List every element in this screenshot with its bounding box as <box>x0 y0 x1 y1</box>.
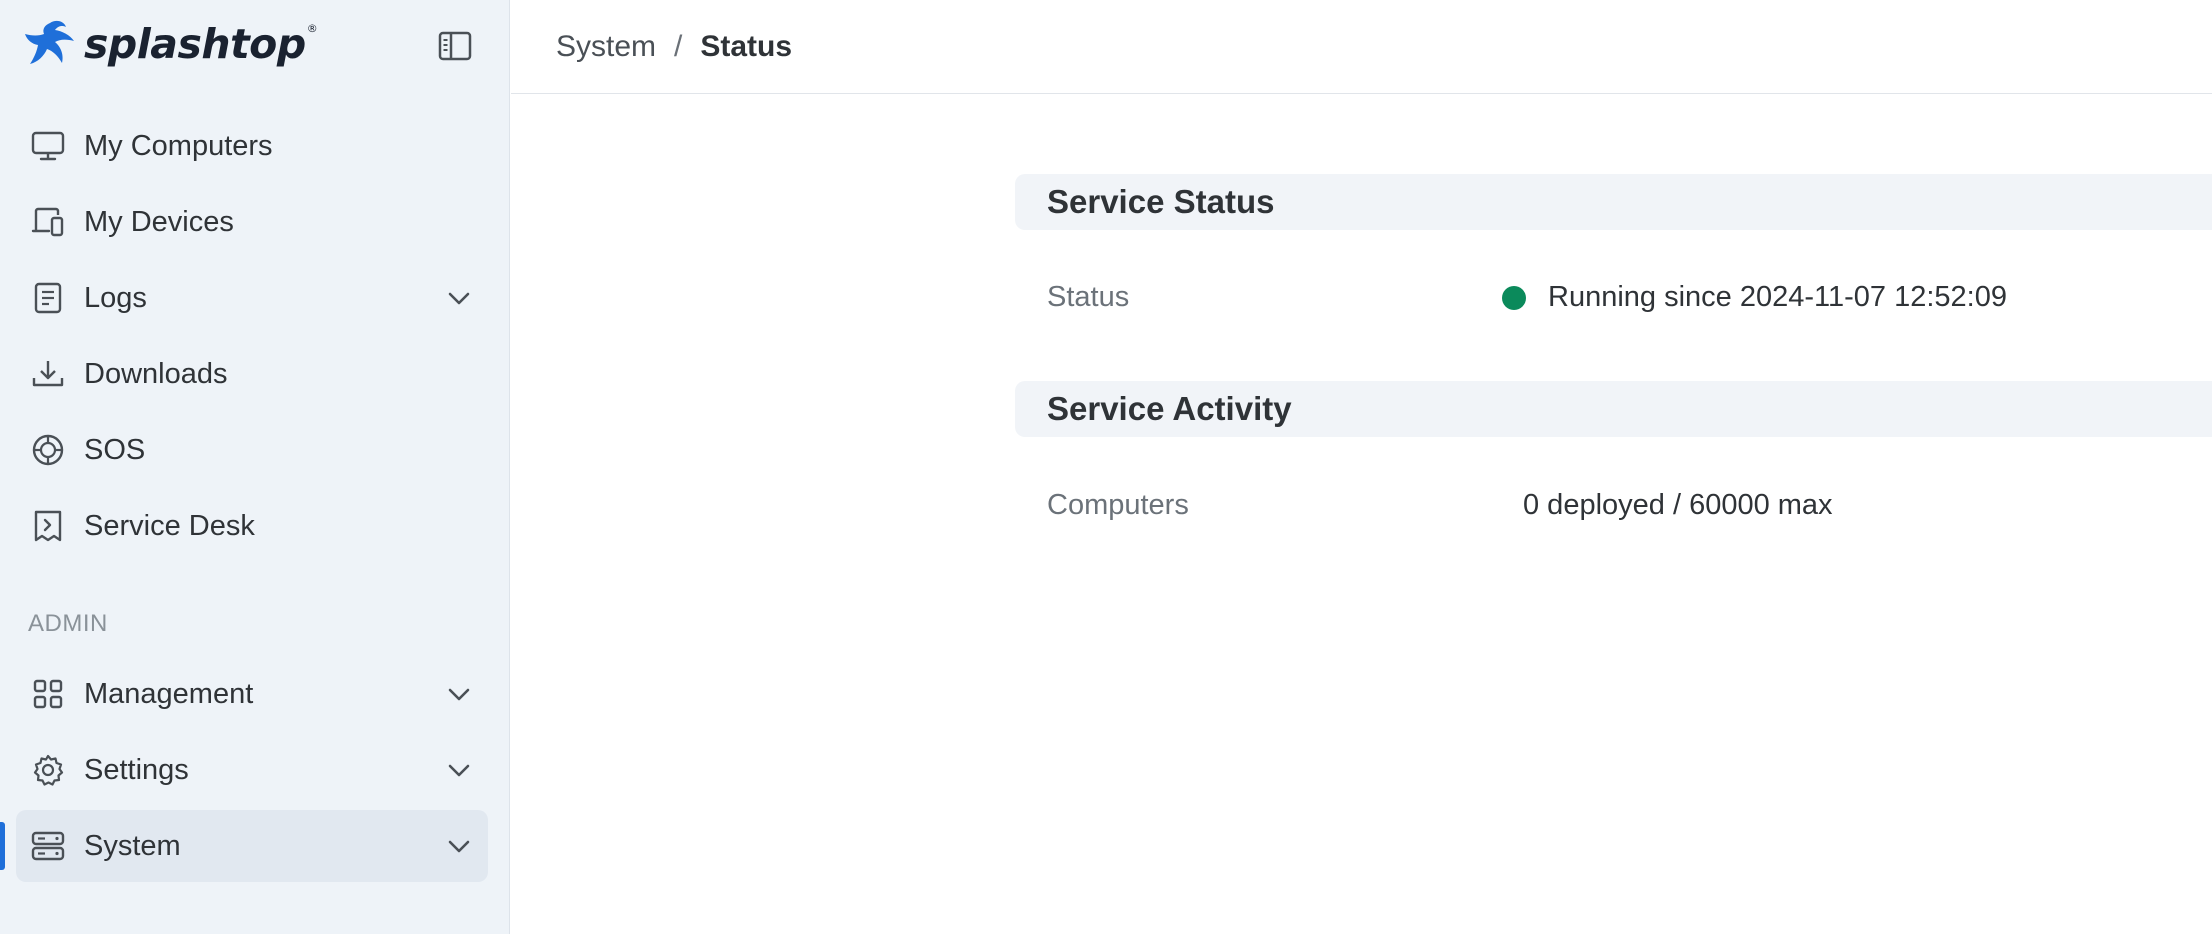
sidebar-item-label: Management <box>84 678 253 711</box>
breadcrumb-parent[interactable]: System <box>556 30 656 64</box>
admin-section-label: ADMIN <box>28 610 108 638</box>
status-label: Status <box>1047 281 1129 314</box>
active-indicator <box>0 822 5 870</box>
sidebar-item-my-devices[interactable]: My Devices <box>16 186 488 258</box>
service-desk-icon <box>30 508 66 544</box>
download-icon <box>30 356 66 392</box>
sidebar-item-service-desk[interactable]: Service Desk <box>16 490 488 562</box>
sidebar-item-downloads[interactable]: Downloads <box>16 338 488 410</box>
status-value: Running since 2024-11-07 12:52:09 <box>1502 281 2007 314</box>
collapse-sidebar-button[interactable] <box>436 28 474 64</box>
sidebar-item-label: SOS <box>84 434 145 467</box>
main-nav: My Computers My Devices Logs Downloads <box>16 110 488 566</box>
monitor-icon <box>30 128 66 164</box>
service-status-header: Service Status <box>1015 174 2212 230</box>
chevron-down-icon[interactable] <box>446 834 472 860</box>
status-text: Running since 2024-11-07 12:52:09 <box>1548 281 2007 314</box>
sidebar-item-label: Settings <box>84 754 189 787</box>
sidebar-item-label: System <box>84 830 181 863</box>
sidebar-item-logs[interactable]: Logs <box>16 262 488 334</box>
sidebar: splashtop® My Computers My Devices <box>0 0 510 934</box>
sidebar-item-label: My Computers <box>84 130 273 163</box>
gear-icon <box>30 752 66 788</box>
logs-icon <box>30 280 66 316</box>
sidebar-item-label: Service Desk <box>84 510 255 543</box>
splashtop-wordmark: splashtop® <box>84 20 317 68</box>
chevron-down-icon[interactable] <box>446 286 472 312</box>
sidebar-item-label: Downloads <box>84 358 227 391</box>
breadcrumb-current: Status <box>700 30 792 64</box>
sidebar-item-management[interactable]: Management <box>16 658 488 730</box>
sidebar-item-label: Logs <box>84 282 147 315</box>
chevron-down-icon[interactable] <box>446 682 472 708</box>
sidebar-item-sos[interactable]: SOS <box>16 414 488 486</box>
chevron-down-icon[interactable] <box>446 758 472 784</box>
computers-label: Computers <box>1047 489 1189 522</box>
splashtop-logo[interactable]: splashtop® <box>22 16 317 72</box>
server-icon <box>30 828 66 864</box>
sidebar-item-my-computers[interactable]: My Computers <box>16 110 488 182</box>
sidebar-item-label: My Devices <box>84 206 234 239</box>
sidebar-item-system[interactable]: System <box>16 810 488 882</box>
breadcrumb-separator: / <box>674 30 682 64</box>
grid-icon <box>30 676 66 712</box>
computers-value: 0 deployed / 60000 max <box>1523 489 1833 522</box>
sidebar-item-settings[interactable]: Settings <box>16 734 488 806</box>
service-status-title: Service Status <box>1047 183 1274 221</box>
splashtop-logo-icon <box>22 17 82 71</box>
sos-icon <box>30 432 66 468</box>
admin-nav: Management Settings System <box>16 658 488 886</box>
devices-icon <box>30 204 66 240</box>
status-indicator-dot <box>1502 286 1526 310</box>
sidebar-toggle-icon <box>438 31 472 61</box>
service-activity-title: Service Activity <box>1047 390 1292 428</box>
service-activity-header: Service Activity <box>1015 381 2212 437</box>
breadcrumb: System / Status <box>511 0 2212 94</box>
